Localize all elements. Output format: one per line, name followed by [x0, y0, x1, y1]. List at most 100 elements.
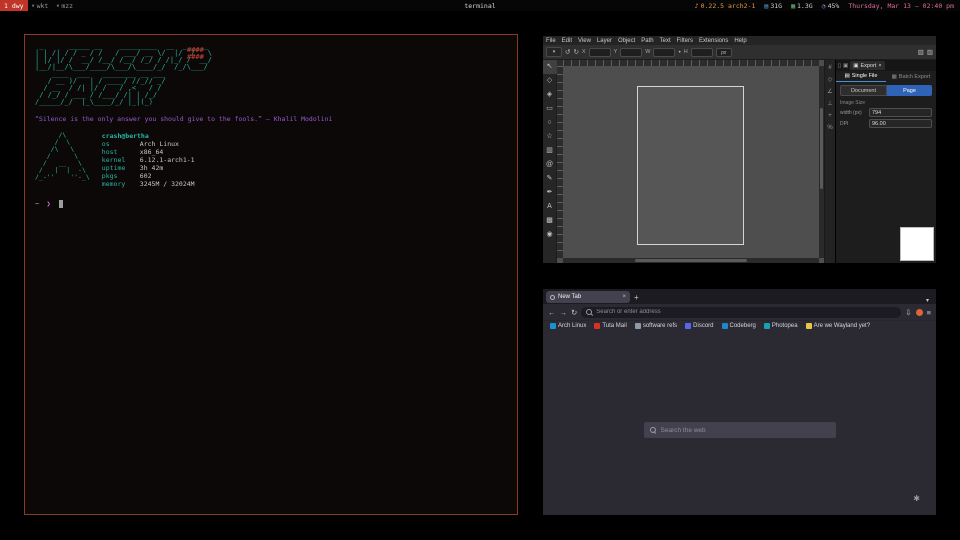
lock-ratio-icon[interactable]: • [678, 49, 680, 56]
menu-help[interactable]: Help [731, 38, 749, 44]
tab-close-icon[interactable]: × [622, 294, 626, 300]
h-field[interactable] [691, 48, 713, 57]
shell-prompt[interactable]: ~ ❯ [35, 200, 507, 208]
dialog-icon: ▣ [843, 63, 848, 69]
bookmark-arch-linux[interactable]: Arch Linux [550, 323, 586, 329]
bookmark-discord[interactable]: Discord [685, 323, 713, 329]
favicon [722, 323, 728, 329]
web-search-input[interactable] [661, 427, 830, 434]
menu-edit[interactable]: Edit [559, 38, 575, 44]
bookmark-are-we-wayland-yet[interactable]: Are we Wayland yet? [806, 323, 870, 329]
menu-object[interactable]: Object [615, 38, 638, 44]
tool-shape-builder-icon[interactable]: ◈ [543, 88, 557, 102]
selection-mode-dropdown[interactable]: ▾ [546, 47, 562, 57]
undo-icon[interactable]: ↺ [565, 48, 570, 56]
personalize-gear-icon[interactable]: ✱ [913, 494, 920, 503]
export-document-button[interactable]: Document [840, 85, 887, 96]
url-bar[interactable] [581, 307, 901, 318]
layers-icon[interactable]: ▧ [918, 48, 924, 56]
fetch-user-host: crash@bertha [102, 132, 195, 140]
fastfetch-output: /\ / \ /\ \ / \ / __ \ / | | -\ /_-'' ''… [35, 132, 507, 188]
fetch-info: crash@bertha osArch Linux hostx86_64 ker… [102, 132, 195, 188]
workspace-tag[interactable]: ▪ wkt [28, 2, 53, 10]
ruler-corner [557, 60, 563, 66]
snap-nodes-icon[interactable]: ◇ [825, 74, 836, 86]
width-label: width (px) [840, 110, 866, 116]
bookmark-label: Codeberg [730, 323, 756, 329]
menu-filters[interactable]: Filters [674, 38, 696, 44]
tool-text-icon[interactable]: A [543, 200, 557, 214]
fetch-row-os: osArch Linux [102, 140, 195, 148]
browser-tab-new-tab[interactable]: New Tab × [546, 291, 630, 303]
profile-avatar[interactable] [916, 309, 923, 316]
bookmark-photopea[interactable]: Photopea [764, 323, 798, 329]
tool-spiral-icon[interactable]: @ [543, 158, 557, 172]
snap-percent-icon[interactable]: % [825, 122, 836, 134]
browser-tab-bar: New Tab × + ▾ [543, 289, 936, 304]
forward-icon[interactable]: → [560, 308, 568, 317]
reload-icon[interactable]: ↻ [571, 308, 577, 317]
inkscape-canvas[interactable] [557, 60, 824, 263]
bookmark-label: Photopea [772, 323, 798, 329]
tool-pen-icon[interactable]: ✒ [543, 186, 557, 200]
menu-file[interactable]: File [543, 38, 559, 44]
display-mode-icon[interactable]: ▨ [927, 48, 933, 56]
close-icon[interactable]: × [878, 63, 881, 69]
tab-batch-export[interactable]: ▦ Batch Export [886, 71, 936, 82]
x-field[interactable] [589, 48, 611, 57]
snap-bbox-icon[interactable]: # [825, 62, 836, 74]
fetch-row-kernel: kernel6.12.1-arch1-1 [102, 156, 195, 164]
snap-intersections-icon[interactable]: + [825, 110, 836, 122]
new-tab-button[interactable]: + [634, 292, 639, 304]
snap-alignment-icon[interactable]: ∠ [825, 86, 836, 98]
bookmark-codeberg[interactable]: Codeberg [722, 323, 756, 329]
inkscape-command-toolbar: ▾ ↺ ↻ X Y W • H px ▧ ▨ [543, 45, 936, 60]
menu-layer[interactable]: Layer [594, 38, 615, 44]
browser-nav-bar: ← → ↻ ⇩ ≡ [543, 304, 936, 320]
tool-ellipse-icon[interactable]: ○ [543, 116, 557, 130]
menu-path[interactable]: Path [638, 38, 656, 44]
export-mode-tabs: ▤ Single File ▦ Batch Export [836, 71, 936, 82]
tool-node-editor-icon[interactable]: ◇ [543, 74, 557, 88]
tool-3dbox-icon[interactable]: ▥ [543, 144, 557, 158]
document-page[interactable] [637, 86, 744, 244]
workspace-tag[interactable]: ▪ mzz [52, 2, 77, 10]
redo-icon[interactable]: ↻ [573, 48, 578, 56]
terminal-cursor [59, 200, 63, 208]
list-all-tabs-icon[interactable]: ▾ [926, 297, 933, 304]
downloads-icon[interactable]: ⇩ [905, 308, 911, 317]
menu-text[interactable]: Text [657, 38, 674, 44]
tab-single-file[interactable]: ▤ Single File [836, 71, 886, 82]
status-modules: ♪ 0.22.5 arch2-1 ▤ 31G ▦ 1.3G ◔ 45% Thur… [695, 2, 960, 10]
menu-hamburger-icon[interactable]: ≡ [927, 308, 931, 317]
tool-rectangle-icon[interactable]: ▭ [543, 102, 557, 116]
bookmark-tuta-mail[interactable]: Tuta Mail [594, 323, 626, 329]
scrollbar-thumb[interactable] [635, 259, 748, 262]
canvas-vertical-scrollbar[interactable] [819, 66, 824, 258]
y-field[interactable] [620, 48, 642, 57]
tool-dropper-icon[interactable]: ◉ [543, 228, 557, 242]
tool-star-icon[interactable]: ☆ [543, 130, 557, 144]
canvas-horizontal-scrollbar[interactable] [563, 258, 819, 263]
w-field[interactable] [653, 48, 675, 57]
width-input[interactable]: 794 [869, 108, 932, 117]
terminal-window[interactable]: _ _____ __ _________ __ ______ | | /| / … [24, 34, 518, 515]
units-dropdown[interactable]: px [716, 48, 732, 57]
scrollbar-thumb[interactable] [820, 108, 823, 189]
url-input[interactable] [596, 309, 896, 315]
arch-logo-ascii: /\ / \ /\ \ / \ / __ \ / | | -\ /_-'' ''… [35, 132, 90, 188]
tool-pencil-icon[interactable]: ✎ [543, 172, 557, 186]
back-icon[interactable]: ← [548, 308, 556, 317]
dpi-input[interactable]: 96.00 [869, 119, 932, 128]
workspace-tag-active[interactable]: 1 dwy [0, 0, 28, 11]
snap-perpendicular-icon[interactable]: ⊥ [825, 98, 836, 110]
menu-view[interactable]: View [575, 38, 594, 44]
export-dialog-tab[interactable]: ▣ Export × [850, 61, 884, 70]
tool-selector-icon[interactable]: ↖ [543, 60, 557, 74]
bookmark-folder-software-refs[interactable]: software refs [635, 323, 677, 329]
prompt-char: ❯ [46, 200, 50, 208]
tool-gradient-icon[interactable]: ▩ [543, 214, 557, 228]
menu-extensions[interactable]: Extensions [696, 38, 731, 44]
export-page-button[interactable]: Page [887, 85, 932, 96]
web-search-box[interactable] [644, 422, 836, 438]
